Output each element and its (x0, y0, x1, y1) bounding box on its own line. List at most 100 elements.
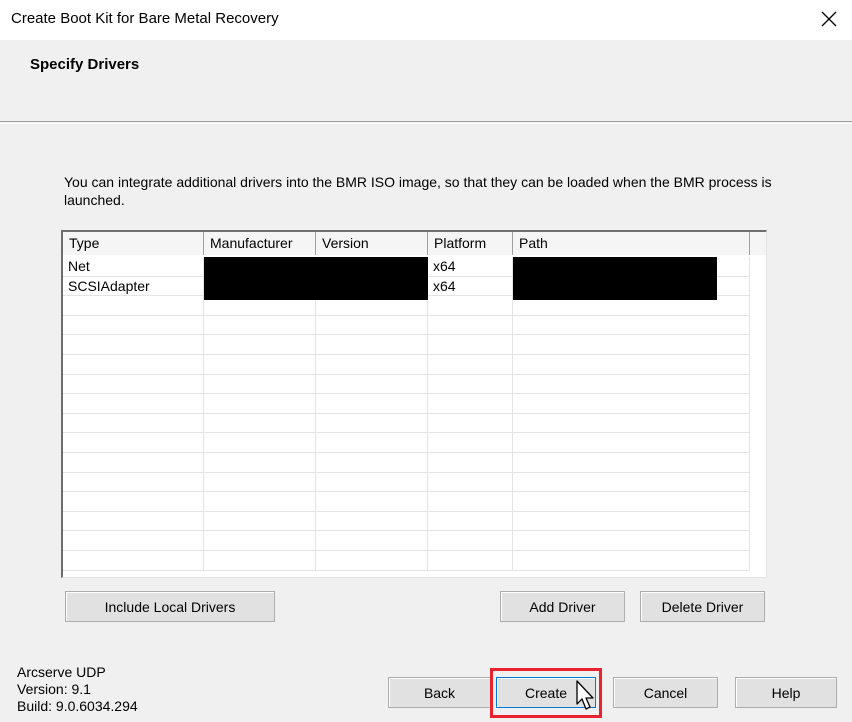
empty-table-row (63, 492, 766, 512)
table-cell-path (513, 511, 750, 532)
table-cell-manufacturer (204, 374, 316, 395)
table-cell-platform (428, 315, 513, 336)
table-cell-path (513, 315, 750, 336)
table-cell-platform (428, 413, 513, 434)
help-button[interactable]: Help (735, 677, 837, 708)
empty-table-row (63, 315, 766, 336)
wizard-header: Specify Drivers (0, 40, 852, 122)
table-cell-type (63, 296, 204, 316)
table-cell-version (316, 551, 428, 571)
redacted-region (513, 257, 717, 300)
table-cell-version (316, 453, 428, 473)
column-header-manufacturer[interactable]: Manufacturer (204, 232, 316, 255)
table-cell-type (63, 394, 204, 414)
table-cell-platform (428, 374, 513, 395)
table-cell-manufacturer (204, 551, 316, 571)
table-cell-manufacturer (204, 492, 316, 512)
table-cell-version (316, 355, 428, 375)
table-cell-platform (428, 531, 513, 551)
add-driver-button[interactable]: Add Driver (500, 591, 625, 622)
table-cell-path (513, 492, 750, 512)
table-cell-manufacturer (204, 355, 316, 375)
back-button[interactable]: Back (388, 677, 491, 708)
table-cell-type (63, 472, 204, 493)
title-bar: Create Boot Kit for Bare Metal Recovery (0, 0, 852, 40)
mouse-pointer-icon (576, 680, 594, 710)
close-button[interactable] (806, 0, 852, 38)
empty-table-row (63, 355, 766, 375)
table-cell-version (316, 335, 428, 355)
table-cell-version (316, 511, 428, 532)
table-cell-type (63, 413, 204, 434)
empty-table-row (63, 531, 766, 551)
table-cell-type: SCSIAdapter (63, 276, 204, 297)
table-cell-path (513, 394, 750, 414)
column-header-version[interactable]: Version (316, 232, 428, 255)
table-cell-manufacturer (204, 394, 316, 414)
drivers-table[interactable]: Type Manufacturer Version Platform Path … (61, 230, 767, 578)
table-cell-type (63, 335, 204, 355)
table-cell-type (63, 315, 204, 336)
empty-table-row (63, 511, 766, 532)
table-header: Type Manufacturer Version Platform Path (63, 232, 766, 255)
table-cell-path (513, 531, 750, 551)
cancel-button[interactable]: Cancel (613, 677, 718, 708)
empty-table-row (63, 433, 766, 453)
intro-text: You can integrate additional drivers int… (64, 174, 772, 208)
table-cell-manufacturer (204, 413, 316, 434)
redacted-region (204, 257, 428, 300)
include-local-drivers-button[interactable]: Include Local Drivers (65, 591, 275, 622)
product-version: Version: 9.1 (17, 681, 91, 697)
table-cell-platform (428, 335, 513, 355)
table-cell-path (513, 374, 750, 395)
table-cell-platform (428, 355, 513, 375)
table-cell-type (63, 453, 204, 473)
table-cell-platform (428, 511, 513, 532)
table-cell-type (63, 492, 204, 512)
empty-table-row (63, 374, 766, 395)
product-info: Arcserve UDP Version: 9.1 Build: 9.0.603… (17, 664, 138, 715)
table-cell-type (63, 511, 204, 532)
table-cell-type (63, 355, 204, 375)
table-cell-version (316, 531, 428, 551)
table-cell-manufacturer (204, 433, 316, 453)
table-cell-version (316, 413, 428, 434)
page-title: Specify Drivers (30, 56, 140, 73)
table-cell-type (63, 551, 204, 571)
column-header-filler (750, 232, 766, 255)
empty-table-row (63, 472, 766, 493)
table-cell-platform (428, 296, 513, 316)
table-cell-manufacturer (204, 511, 316, 532)
product-name: Arcserve UDP (17, 664, 106, 680)
table-cell-platform (428, 394, 513, 414)
column-header-path[interactable]: Path (513, 232, 750, 255)
table-cell-type (63, 531, 204, 551)
table-cell-manufacturer (204, 531, 316, 551)
column-header-type[interactable]: Type (63, 232, 204, 255)
table-cell-path (513, 335, 750, 355)
table-cell-version (316, 374, 428, 395)
column-header-platform[interactable]: Platform (428, 232, 513, 255)
product-build: Build: 9.0.6034.294 (17, 698, 138, 714)
table-cell-type (63, 433, 204, 453)
table-cell-path (513, 472, 750, 493)
table-cell-manufacturer (204, 472, 316, 493)
table-cell-platform: x64 (428, 276, 513, 297)
empty-table-row (63, 551, 766, 571)
table-cell-version (316, 472, 428, 493)
table-cell-path (513, 433, 750, 453)
table-cell-path (513, 551, 750, 571)
delete-driver-button[interactable]: Delete Driver (640, 591, 765, 622)
table-cell-manufacturer (204, 315, 316, 336)
empty-table-row (63, 394, 766, 414)
table-cell-type (63, 374, 204, 395)
empty-table-row (63, 335, 766, 355)
table-cell-manufacturer (204, 335, 316, 355)
close-icon (821, 11, 837, 27)
table-cell-platform: x64 (428, 257, 513, 277)
table-cell-platform (428, 492, 513, 512)
table-cell-platform (428, 551, 513, 571)
table-cell-version (316, 394, 428, 414)
empty-table-row (63, 453, 766, 473)
table-cell-path (513, 355, 750, 375)
